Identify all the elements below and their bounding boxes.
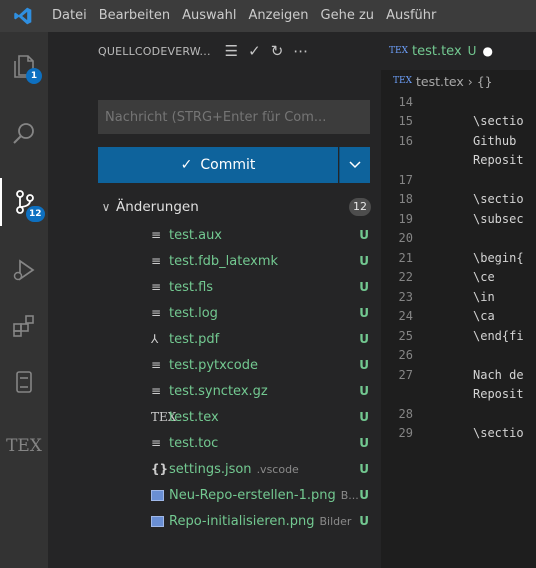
commit-options-button[interactable]: [339, 147, 370, 183]
code-line: \subsec: [473, 211, 524, 226]
untracked-status: U: [359, 462, 369, 476]
tab-status: U: [467, 44, 477, 58]
view-as-list-icon[interactable]: ☰: [225, 42, 238, 60]
vscode-logo-icon[interactable]: [0, 0, 46, 32]
menu-bar: Datei Bearbeiten Auswahl Anzeigen Gehe z…: [46, 0, 442, 32]
file-lines-icon: ≡: [151, 384, 162, 398]
file-lines-icon: ≡: [151, 306, 162, 320]
untracked-status: U: [359, 254, 369, 268]
remote-explorer-icon[interactable]: [0, 358, 48, 406]
chevron-down-icon: [349, 161, 361, 169]
tex-icon: TEX: [151, 410, 177, 424]
untracked-status: U: [359, 436, 369, 450]
tex-icon[interactable]: TEX: [0, 422, 48, 470]
chevron-down-icon: ∨: [101, 200, 111, 214]
title-bar: Datei Bearbeiten Auswahl Anzeigen Gehe z…: [0, 0, 536, 32]
code-line: \sectio: [473, 192, 524, 207]
list-item[interactable]: ≡ test.synctex.gz U: [96, 378, 381, 404]
file-lines-icon: ≡: [151, 254, 162, 268]
list-item[interactable]: ≡ test.pytxcode U: [96, 352, 381, 378]
image-icon: [151, 489, 169, 501]
more-actions-icon[interactable]: ⋯: [293, 42, 308, 60]
tex-label: TEX: [6, 436, 42, 456]
explorer-badge: 1: [26, 68, 42, 84]
commit-check-icon[interactable]: ✓: [248, 42, 261, 60]
list-item[interactable]: ≡ test.fls U: [96, 274, 381, 300]
source-control-icon[interactable]: 12: [0, 178, 48, 226]
editor-tab-bar: TEX test.tex U ●: [381, 32, 536, 70]
file-lines-icon: ≡: [151, 280, 162, 294]
file-lines-icon: ≡: [151, 436, 162, 450]
untracked-status: U: [359, 306, 369, 320]
menu-run[interactable]: Ausführ: [380, 0, 442, 32]
menu-edit[interactable]: Bearbeiten: [93, 0, 176, 32]
list-item[interactable]: ≡ test.toc U: [96, 430, 381, 456]
changes-label: Änderungen: [116, 199, 199, 215]
code-line: \sectio: [473, 426, 524, 441]
code-line: \ca: [473, 309, 495, 324]
untracked-status: U: [359, 228, 369, 242]
untracked-status: U: [359, 410, 369, 424]
untracked-status: U: [359, 514, 369, 528]
untracked-status: U: [359, 488, 369, 502]
menu-go[interactable]: Gehe zu: [315, 0, 381, 32]
changes-file-list: ≡ test.aux U ≡ test.fdb_latexmk U ≡ test…: [96, 222, 381, 534]
list-item[interactable]: ⅄ test.pdf U: [96, 326, 381, 352]
code-line: Reposit: [473, 387, 524, 402]
code-line: \begin{: [473, 250, 524, 265]
image-icon: [151, 515, 169, 527]
list-item[interactable]: TEX test.tex U: [96, 404, 381, 430]
commit-message-input[interactable]: [98, 100, 370, 134]
list-item[interactable]: ≡ test.aux U: [96, 222, 381, 248]
run-debug-icon[interactable]: [0, 246, 48, 294]
code-line: \end{fi: [473, 328, 524, 343]
tex-icon: TEX: [393, 76, 412, 86]
file-lines-icon: ≡: [151, 228, 162, 242]
list-item[interactable]: Repo-initialisieren.png Bilder U: [96, 508, 381, 534]
commit-button-label: Commit: [200, 157, 256, 173]
untracked-status: U: [359, 280, 369, 294]
menu-file[interactable]: Datei: [46, 0, 93, 32]
code-line: \sectio: [473, 114, 524, 129]
json-icon: {}: [151, 462, 169, 476]
list-item[interactable]: ≡ test.log U: [96, 300, 381, 326]
menu-view[interactable]: Anzeigen: [242, 0, 314, 32]
explorer-icon[interactable]: 1: [0, 42, 48, 90]
pdf-icon: ⅄: [151, 332, 159, 346]
breadcrumb: TEX test.tex › {}: [381, 70, 536, 92]
code-line: Nach de: [473, 367, 524, 382]
changes-count-badge: 12: [349, 198, 371, 216]
code-line: \in: [473, 289, 495, 304]
menu-selection[interactable]: Auswahl: [176, 0, 242, 32]
checkmark-icon: ✓: [180, 157, 193, 173]
unsaved-dot-icon[interactable]: ●: [482, 44, 492, 58]
source-control-panel: QUELLCODEVERW... ☰ ✓ ↻ ⋯ ✓ Commit ∨ Ände…: [48, 32, 381, 568]
changes-section-header[interactable]: ∨ Änderungen 12: [96, 194, 381, 220]
refresh-icon[interactable]: ↻: [271, 42, 284, 60]
untracked-status: U: [359, 384, 369, 398]
tab-test-tex[interactable]: test.tex: [412, 44, 462, 59]
breadcrumb-symbol[interactable]: {}: [477, 74, 493, 89]
code-line: Github: [473, 133, 517, 148]
untracked-status: U: [359, 358, 369, 372]
search-icon[interactable]: [0, 110, 48, 158]
list-item[interactable]: ≡ test.fdb_latexmk U: [96, 248, 381, 274]
chevron-right-icon: ›: [467, 73, 473, 89]
activity-bar: 1 12 TEX: [0, 32, 48, 568]
untracked-status: U: [359, 332, 369, 346]
list-item[interactable]: {} settings.json .vscode U: [96, 456, 381, 482]
file-lines-icon: ≡: [151, 358, 162, 372]
commit-button[interactable]: ✓ Commit: [98, 147, 338, 183]
extensions-icon[interactable]: [0, 302, 48, 350]
breadcrumb-file[interactable]: test.tex: [416, 74, 464, 89]
code-line: Reposit: [473, 153, 524, 168]
code-line: \ce: [473, 270, 495, 285]
list-item[interactable]: Neu-Repo-erstellen-1.png B... U: [96, 482, 381, 508]
code-editor[interactable]: 14 15 \sectio 16 Github Reposit 17 18 \sect…: [381, 92, 536, 443]
scm-badge: 12: [26, 206, 45, 222]
editor-area: TEX test.tex U ● TEX test.tex › {} 14 15…: [381, 32, 536, 568]
panel-header: QUELLCODEVERW... ☰ ✓ ↻ ⋯: [48, 32, 381, 70]
tex-icon: TEX: [389, 46, 408, 56]
panel-title: QUELLCODEVERW...: [98, 44, 211, 58]
